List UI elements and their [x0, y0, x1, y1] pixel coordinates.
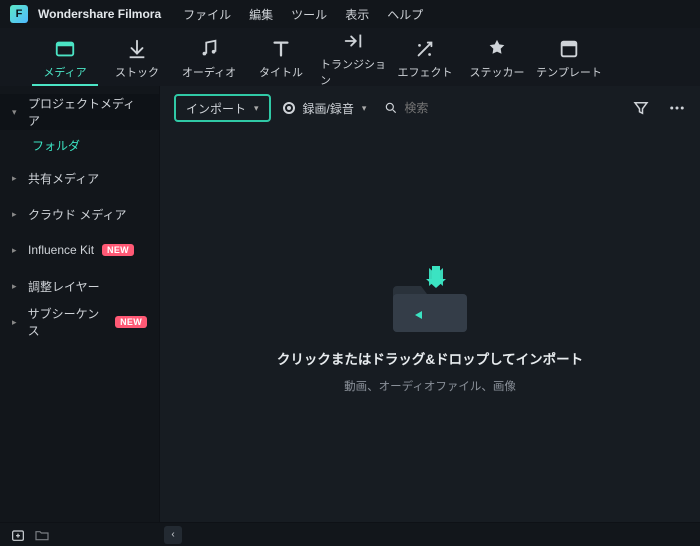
- main-toolbar: メディア ストック オーディオ タイトル トランジション エフェクト ステッカー…: [0, 28, 700, 86]
- sidebar-item-cloud-media[interactable]: ▸ クラウド メディア: [0, 196, 159, 232]
- import-folder-icon: [385, 258, 475, 338]
- sidebar-sub-folder[interactable]: フォルダ: [0, 130, 159, 160]
- tab-template[interactable]: テンプレート: [536, 34, 602, 86]
- chevron-down-icon: ▾: [362, 103, 367, 114]
- record-button[interactable]: 録画/録音 ▾: [283, 100, 367, 117]
- import-label: インポート: [186, 100, 246, 117]
- effect-icon: [414, 38, 436, 60]
- sidebar-item-label: 調整レイヤー: [28, 278, 100, 295]
- import-button[interactable]: インポート ▾: [174, 94, 271, 122]
- titlebar: F Wondershare Filmora ファイル 編集 ツール 表示 ヘルプ: [0, 0, 700, 28]
- tab-stock-label: ストック: [115, 64, 159, 80]
- chevron-right-icon: ▸: [12, 281, 20, 292]
- more-icon[interactable]: [668, 99, 686, 117]
- tab-sticker-label: ステッカー: [470, 64, 525, 80]
- media-icon: [54, 38, 76, 60]
- menu-edit[interactable]: 編集: [249, 6, 273, 23]
- content-panel: インポート ▾ 録画/録音 ▾: [160, 86, 700, 522]
- tab-audio[interactable]: オーディオ: [176, 34, 242, 86]
- tab-title[interactable]: タイトル: [248, 34, 314, 86]
- search-box[interactable]: [384, 101, 464, 115]
- tab-audio-label: オーディオ: [182, 64, 236, 80]
- chevron-right-icon: ▸: [12, 245, 20, 256]
- tab-sticker[interactable]: ステッカー: [464, 34, 530, 86]
- stock-icon: [126, 38, 148, 60]
- tab-media[interactable]: メディア: [32, 34, 98, 86]
- chevron-down-icon: ▾: [12, 107, 20, 118]
- transition-icon: [342, 30, 364, 52]
- tab-stock[interactable]: ストック: [104, 34, 170, 86]
- record-label: 録画/録音: [303, 100, 354, 117]
- search-icon: [384, 101, 398, 115]
- footer: ‹: [0, 522, 700, 546]
- chevron-right-icon: ▸: [12, 317, 20, 328]
- tab-transition[interactable]: トランジション: [320, 34, 386, 86]
- sidebar-item-label: プロジェクトメディア: [28, 95, 147, 129]
- sidebar-item-label: Influence Kit: [28, 243, 94, 257]
- app-logo: F: [10, 5, 28, 23]
- sidebar-item-project-media[interactable]: ▾ プロジェクトメディア: [0, 94, 159, 130]
- collapse-sidebar-button[interactable]: ‹: [164, 526, 182, 544]
- drop-subtitle: 動画、オーディオファイル、画像: [344, 378, 516, 394]
- tab-title-label: タイトル: [259, 64, 303, 80]
- title-icon: [270, 38, 292, 60]
- tab-transition-label: トランジション: [320, 56, 386, 88]
- sidebar-item-label: 共有メディア: [28, 170, 99, 187]
- audio-icon: [198, 38, 220, 60]
- menu-view[interactable]: 表示: [345, 6, 369, 23]
- sidebar-item-label: サブシーケンス: [28, 305, 107, 339]
- sidebar-item-shared-media[interactable]: ▸ 共有メディア: [0, 160, 159, 196]
- drop-title: クリックまたはドラッグ&ドロップしてインポート: [277, 348, 583, 368]
- tab-media-label: メディア: [43, 64, 86, 80]
- menu-file[interactable]: ファイル: [183, 6, 231, 23]
- sidebar-item-label: クラウド メディア: [28, 206, 127, 223]
- tab-effect[interactable]: エフェクト: [392, 34, 458, 86]
- add-bin-icon[interactable]: [10, 527, 26, 543]
- new-badge: NEW: [115, 316, 147, 328]
- search-input[interactable]: [404, 101, 464, 115]
- sidebar-item-influence-kit[interactable]: ▸ Influence Kit NEW: [0, 232, 159, 268]
- sidebar: ▾ プロジェクトメディア フォルダ ▸ 共有メディア ▸ クラウド メディア ▸…: [0, 86, 160, 522]
- chevron-right-icon: ▸: [12, 173, 20, 184]
- new-badge: NEW: [102, 244, 134, 256]
- main-menu: ファイル 編集 ツール 表示 ヘルプ: [183, 6, 423, 23]
- menu-tools[interactable]: ツール: [291, 6, 327, 23]
- drop-area[interactable]: クリックまたはドラッグ&ドロップしてインポート 動画、オーディオファイル、画像: [160, 130, 700, 522]
- tab-effect-label: エフェクト: [398, 64, 453, 80]
- sidebar-item-subsequence[interactable]: ▸ サブシーケンス NEW: [0, 304, 159, 340]
- content-toolbar: インポート ▾ 録画/録音 ▾: [160, 86, 700, 130]
- sidebar-sub-label: フォルダ: [32, 137, 80, 154]
- chevron-left-icon: ‹: [171, 529, 174, 540]
- sidebar-item-adjustment-layer[interactable]: ▸ 調整レイヤー: [0, 268, 159, 304]
- tab-template-label: テンプレート: [536, 64, 602, 80]
- folder-icon[interactable]: [34, 527, 50, 543]
- app-title: Wondershare Filmora: [38, 7, 161, 21]
- chevron-down-icon: ▾: [254, 103, 259, 114]
- template-icon: [558, 38, 580, 60]
- record-icon: [283, 102, 295, 114]
- sticker-icon: [486, 38, 508, 60]
- menu-help[interactable]: ヘルプ: [387, 6, 423, 23]
- chevron-right-icon: ▸: [12, 209, 20, 220]
- filter-icon[interactable]: [632, 99, 650, 117]
